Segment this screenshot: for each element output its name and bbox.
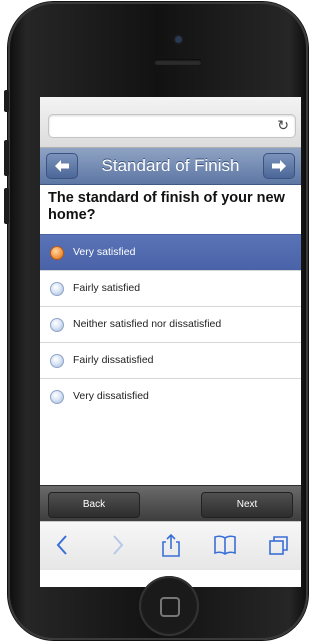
next-button[interactable]: Next bbox=[201, 492, 293, 518]
mute-switch bbox=[4, 90, 9, 112]
url-field[interactable]: ↻ bbox=[48, 114, 296, 138]
forward-nav-button[interactable] bbox=[263, 153, 295, 179]
survey-footer: Back Next bbox=[40, 485, 301, 522]
option-label: Neither satisfied nor dissatisfied bbox=[73, 318, 222, 330]
question-text: The standard of finish of your new home? bbox=[48, 190, 285, 223]
arrow-right-icon bbox=[272, 160, 286, 172]
radio-icon[interactable] bbox=[50, 318, 64, 332]
option-neither[interactable]: Neither satisfied nor dissatisfied bbox=[40, 306, 301, 342]
home-button[interactable] bbox=[139, 576, 199, 636]
option-label: Very dissatisfied bbox=[73, 390, 149, 402]
option-very-dissatisfied[interactable]: Very dissatisfied bbox=[40, 378, 301, 414]
volume-down-button bbox=[4, 188, 9, 224]
option-label: Fairly satisfied bbox=[73, 282, 141, 294]
home-square-icon bbox=[160, 597, 180, 617]
browser-toolbar bbox=[40, 521, 301, 570]
volume-up-button bbox=[4, 140, 9, 176]
reload-icon[interactable]: ↻ bbox=[277, 117, 289, 134]
radio-icon[interactable] bbox=[50, 354, 64, 368]
radio-icon[interactable] bbox=[50, 390, 64, 404]
option-label: Very satisfied bbox=[73, 246, 136, 258]
browser-address-bar: ↻ bbox=[40, 97, 301, 148]
share-icon[interactable] bbox=[158, 532, 184, 558]
option-label: Fairly dissatisfied bbox=[73, 354, 154, 366]
back-button[interactable]: Back bbox=[48, 492, 140, 518]
earpiece-speaker bbox=[154, 59, 202, 65]
phone-screen: ↻ Standard of Finish The standard of fin… bbox=[40, 97, 301, 587]
tabs-icon[interactable] bbox=[266, 532, 292, 558]
option-very-satisfied[interactable]: Very satisfied bbox=[40, 234, 301, 270]
option-fairly-dissatisfied[interactable]: Fairly dissatisfied bbox=[40, 342, 301, 378]
radio-icon[interactable] bbox=[50, 282, 64, 296]
bookmarks-icon[interactable] bbox=[212, 532, 238, 558]
page-header: Standard of Finish bbox=[40, 148, 301, 185]
radio-selected-icon[interactable] bbox=[50, 246, 64, 260]
chevron-left-icon[interactable] bbox=[50, 532, 76, 558]
page-title: Standard of Finish bbox=[101, 156, 240, 175]
front-camera bbox=[175, 36, 182, 43]
chevron-right-icon[interactable] bbox=[104, 532, 130, 558]
option-fairly-satisfied[interactable]: Fairly satisfied bbox=[40, 270, 301, 306]
